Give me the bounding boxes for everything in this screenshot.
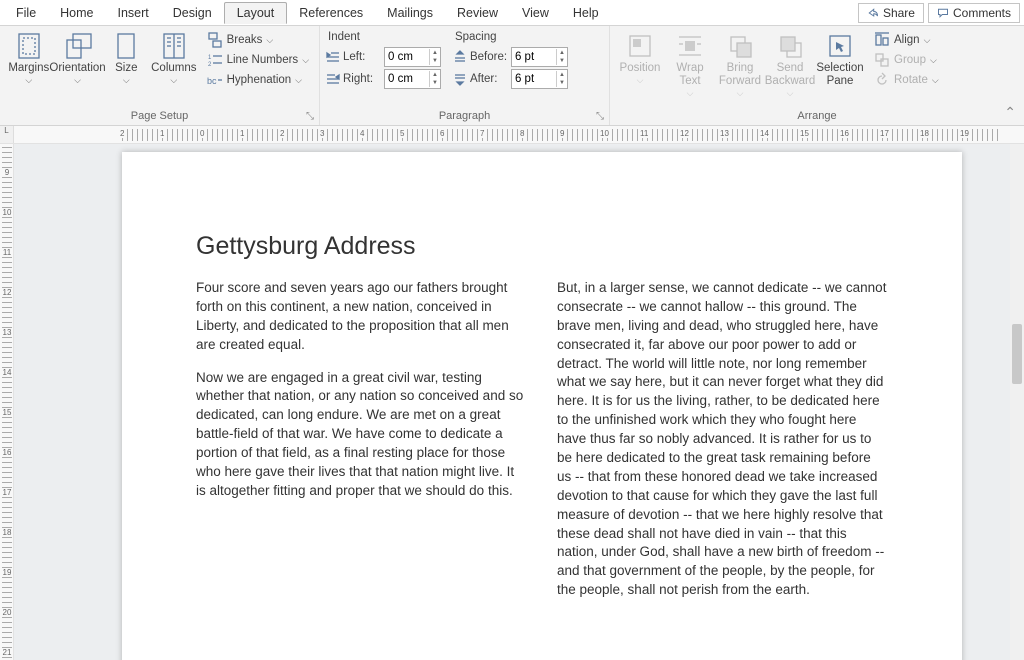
rotate-icon [874, 73, 890, 87]
spacing-after-icon [453, 72, 467, 86]
svg-text:2: 2 [208, 62, 212, 68]
menubar: File Home Insert Design Layout Reference… [0, 0, 1024, 26]
line-numbers-icon: 12 [207, 53, 223, 67]
bring-forward-icon [726, 32, 754, 60]
selection-pane-icon [826, 32, 854, 60]
margins-icon [15, 32, 43, 60]
align-button[interactable]: Align⌵ [870, 31, 943, 49]
page-setup-launcher[interactable]: ⤡ [303, 109, 317, 123]
spacing-after-input[interactable]: ▲▼ [511, 69, 568, 89]
wrap-text-button: Wrap Text [666, 28, 714, 99]
page[interactable]: Gettysburg Address Four score and seven … [122, 152, 962, 660]
tab-references[interactable]: References [287, 3, 375, 23]
tab-design[interactable]: Design [161, 3, 224, 23]
tab-home[interactable]: Home [48, 3, 105, 23]
indent-header: Indent [326, 31, 441, 45]
breaks-button[interactable]: Breaks⌵ [203, 31, 313, 49]
share-button[interactable]: Share [858, 3, 924, 23]
ruler-horizontal[interactable]: L 21012345678910111213141516171819 [0, 126, 1024, 144]
selection-pane-button[interactable]: Selection Pane [816, 28, 864, 88]
hyphenation-icon: bc [207, 73, 223, 87]
tab-help[interactable]: Help [561, 3, 611, 23]
spacing-before-input[interactable]: ▲▼ [511, 47, 568, 67]
document-title[interactable]: Gettysburg Address [196, 232, 888, 261]
tab-view[interactable]: View [510, 3, 561, 23]
tab-review[interactable]: Review [445, 3, 510, 23]
group-title-page-setup: Page Setup [131, 110, 189, 122]
document-area[interactable]: Gettysburg Address Four score and seven … [14, 144, 1024, 660]
spacing-after-label: After: [470, 73, 508, 85]
collapse-ribbon-button[interactable]: ⌃ [1004, 104, 1016, 121]
tab-layout[interactable]: Layout [224, 2, 288, 24]
wrap-text-icon [676, 32, 704, 60]
ribbon: Margins Orientation Size Columns Breaks⌵… [0, 26, 1024, 126]
paragraph-3[interactable]: But, in a larger sense, we cannot dedica… [557, 279, 888, 600]
spacing-before-icon [453, 50, 467, 64]
indent-left-label: Left: [343, 51, 381, 63]
workspace: 89101112131415161718192021 Gettysburg Ad… [0, 144, 1024, 660]
indent-right-label: Right: [343, 73, 381, 85]
bring-forward-button: Bring Forward [716, 28, 764, 99]
hyphenation-button[interactable]: bcHyphenation⌵ [203, 71, 313, 89]
scrollbar-vertical[interactable] [1010, 144, 1024, 660]
comments-button[interactable]: Comments [928, 3, 1020, 23]
size-button[interactable]: Size [104, 28, 150, 86]
svg-text:bc: bc [207, 76, 217, 86]
group-title-arrange: Arrange [797, 110, 836, 122]
spacing-header: Spacing [453, 31, 568, 45]
group-title-paragraph: Paragraph [439, 110, 490, 122]
paragraph-1[interactable]: Four score and seven years ago our fathe… [196, 279, 527, 355]
rotate-button: Rotate⌵ [870, 71, 943, 89]
comment-icon [937, 7, 949, 19]
ruler-vertical[interactable]: 89101112131415161718192021 [0, 144, 14, 660]
scroll-thumb[interactable] [1012, 324, 1022, 384]
group-button: Group⌵ [870, 51, 943, 69]
indent-left-input[interactable]: ▲▼ [384, 47, 441, 67]
group-page-setup: Margins Orientation Size Columns Breaks⌵… [0, 26, 320, 125]
orientation-icon [64, 32, 92, 60]
document-body[interactable]: Four score and seven years ago our fathe… [196, 279, 888, 600]
size-icon [112, 32, 140, 60]
position-button: Position [616, 28, 664, 86]
paragraph-launcher[interactable]: ⤡ [593, 109, 607, 123]
indent-right-icon [326, 72, 340, 86]
paragraph-2[interactable]: Now we are engaged in a great civil war,… [196, 369, 527, 501]
svg-text:1: 1 [208, 55, 212, 61]
spacing-before-label: Before: [470, 51, 508, 63]
share-icon [867, 7, 879, 19]
send-backward-button: Send Backward [766, 28, 814, 99]
line-numbers-button[interactable]: 12Line Numbers⌵ [203, 51, 313, 69]
group-icon [874, 53, 890, 67]
tab-file[interactable]: File [4, 3, 48, 23]
breaks-icon [207, 33, 223, 47]
tab-marker[interactable]: L [0, 126, 14, 144]
send-backward-icon [776, 32, 804, 60]
columns-icon [160, 32, 188, 60]
group-paragraph: Indent Left: ▲▼ Right: ▲▼ Spacing Before… [320, 26, 610, 125]
position-icon [626, 32, 654, 60]
columns-button[interactable]: Columns [151, 28, 197, 86]
margins-button[interactable]: Margins [6, 28, 52, 86]
align-icon [874, 33, 890, 47]
orientation-button[interactable]: Orientation [54, 28, 102, 86]
group-arrange: Position Wrap Text Bring Forward Send Ba… [610, 26, 1024, 125]
indent-right-input[interactable]: ▲▼ [384, 69, 441, 89]
tab-insert[interactable]: Insert [106, 3, 161, 23]
indent-left-icon [326, 50, 340, 64]
tab-mailings[interactable]: Mailings [375, 3, 445, 23]
